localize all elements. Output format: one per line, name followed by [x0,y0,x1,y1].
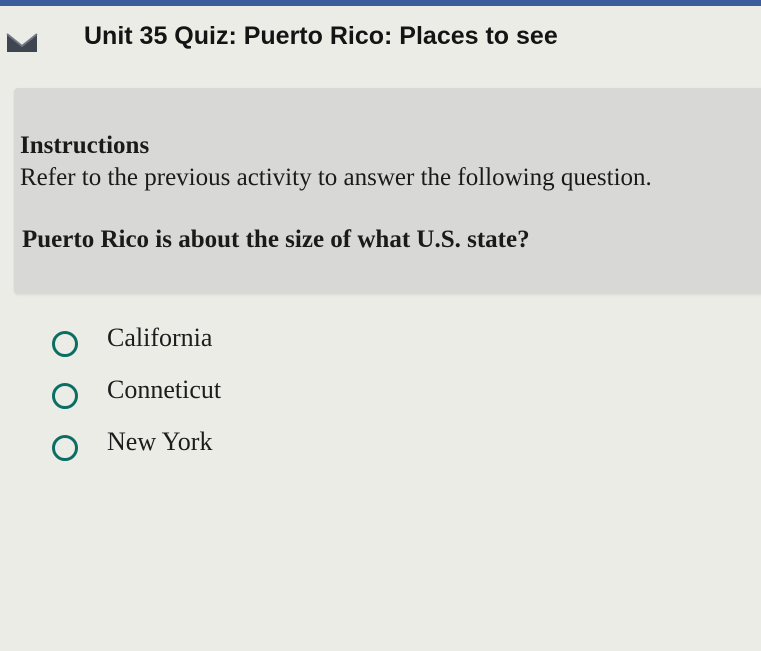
answer-options: California Conneticut New York [52,322,452,478]
answer-option-conneticut[interactable]: Conneticut [52,374,452,426]
page-title: Unit 35 Quiz: Puerto Rico: Places to see [84,22,558,50]
answer-option-california[interactable]: California [52,322,452,374]
option-label: California [107,323,213,352]
radio-button[interactable] [52,331,78,357]
instructions-heading: Instructions [20,132,150,159]
instructions-panel: Instructions Refer to the previous activ… [14,88,761,294]
radio-button[interactable] [52,383,78,409]
instructions-text: Refer to the previous activity to answer… [20,164,652,191]
quiz-header: Unit 35 Quiz: Puerto Rico: Places to see [0,6,761,78]
radio-button[interactable] [52,435,78,461]
option-label: New York [107,427,213,456]
menu-toggle-icon[interactable] [6,32,38,54]
option-label: Conneticut [107,375,222,404]
question-text: Puerto Rico is about the size of what U.… [22,226,530,253]
answer-option-new-york[interactable]: New York [52,426,452,478]
